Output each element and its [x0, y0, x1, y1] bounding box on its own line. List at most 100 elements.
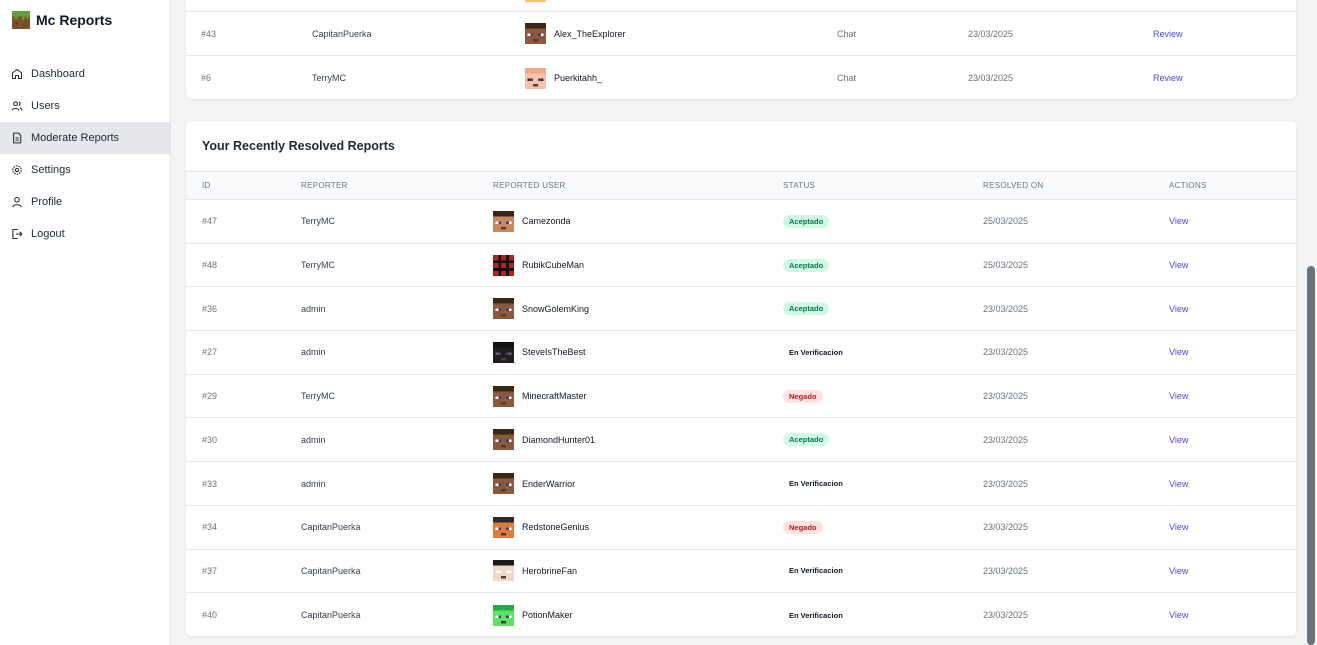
view-link[interactable]: View: [1169, 347, 1188, 357]
report-id: #47: [202, 216, 218, 227]
review-link[interactable]: Review: [1153, 29, 1183, 39]
report-type: Chat: [837, 73, 857, 83]
resolved-date: 23/03/2025: [983, 565, 1029, 576]
reporter-name: CapitanPuerka: [301, 565, 361, 576]
avatar: [525, 23, 546, 44]
sidebar-item-profile[interactable]: Profile: [0, 186, 170, 218]
view-link[interactable]: View: [1169, 391, 1188, 401]
reporter-name: CapitanPuerka: [312, 28, 372, 39]
reporter-name: TerryMC: [301, 260, 335, 271]
report-id: #6: [201, 73, 212, 83]
reported-user-name: DiamondHunter01: [522, 434, 596, 445]
status-cell: En Verificacion: [783, 477, 849, 490]
sidebar-item-label: Profile: [31, 196, 63, 208]
avatar: [493, 560, 514, 582]
status-cell: En Verificacion: [783, 564, 849, 577]
report-id: #33: [202, 478, 218, 489]
resolved-date: 25/03/2025: [983, 216, 1029, 227]
reported-user: DiamondHunter01: [493, 429, 596, 451]
reported-user: Puerkitahh_: [525, 67, 603, 89]
table-row: #40 CapitanPuerka PotionMaker En Verificaci…: [186, 593, 1296, 636]
reporter-name: admin: [301, 303, 326, 314]
avatar: [493, 516, 514, 538]
status-badge: Aceptado: [783, 214, 830, 228]
status-cell: Aceptado: [783, 433, 830, 447]
table-header: ID REPORTER REPORTED USER STATUS RESOLVE…: [186, 171, 1296, 200]
header-reporter: REPORTER: [301, 181, 348, 190]
reporter-name: TerryMC: [301, 216, 335, 227]
reported-user-name: Camezonda: [522, 216, 571, 227]
sidebar-item-label: Logout: [31, 228, 65, 240]
resolved-date: 23/03/2025: [983, 610, 1029, 621]
reported-user-name: MinecraftMaster: [522, 391, 587, 402]
view-link[interactable]: View: [1169, 566, 1188, 576]
status-badge: Negado: [783, 520, 823, 534]
pending-reports-card: #43 CapitanPuerka Alex_TheExplorer Chat 23/0…: [186, 0, 1296, 99]
view-link[interactable]: View: [1169, 522, 1188, 532]
table-row: #6 TerryMC Puerkitahh_ Chat 23/03/2025 Review: [186, 56, 1296, 99]
scrollbar-thumb[interactable]: [1307, 266, 1315, 645]
logout-icon: [11, 228, 23, 240]
sidebar-item-moderate-reports[interactable]: Moderate Reports: [0, 122, 170, 154]
table-row-partial: [186, 0, 1296, 12]
status-cell: En Verificacion: [783, 346, 849, 359]
header-status: STATUS: [783, 181, 816, 190]
view-link[interactable]: View: [1169, 479, 1188, 489]
resolved-date: 23/03/2025: [983, 391, 1029, 402]
reported-user-name: Puerkitahh_: [554, 73, 603, 83]
reported-user-name: PotionMaker: [522, 610, 573, 621]
avatar: [493, 210, 514, 232]
header-resolved-on: RESOLVED ON: [983, 181, 1044, 190]
reporter-name: TerryMC: [312, 73, 346, 83]
status-badge: En Verificacion: [789, 610, 843, 620]
sidebar-item-label: Moderate Reports: [31, 132, 120, 144]
reported-user-name: RubikCubeMan: [522, 260, 585, 271]
avatar: [493, 473, 514, 495]
reporter-name: CapitanPuerka: [301, 522, 361, 533]
section-title: Your Recently Resolved Reports: [202, 139, 395, 153]
reported-user-name: SteveIsTheBest: [522, 347, 586, 358]
avatar: [493, 298, 514, 320]
sidebar-item-dashboard[interactable]: Dashboard: [0, 58, 170, 90]
main-content: #43 CapitanPuerka Alex_TheExplorer Chat 23/0…: [171, 0, 1305, 645]
avatar: [493, 385, 514, 407]
report-id: #30: [202, 434, 218, 445]
reported-user: RubikCubeMan: [493, 254, 585, 276]
view-link[interactable]: View: [1169, 435, 1188, 445]
view-link[interactable]: View: [1169, 304, 1188, 314]
report-date: 23/03/2025: [968, 73, 1014, 83]
status-cell: Negado: [783, 520, 823, 534]
table-row: #37 CapitanPuerka HerobrineFan En Verificac…: [186, 550, 1296, 594]
status-cell: Aceptado: [783, 214, 830, 228]
view-link[interactable]: View: [1169, 216, 1188, 226]
users-icon: [11, 100, 23, 112]
view-link[interactable]: View: [1169, 260, 1188, 270]
resolved-date: 25/03/2025: [983, 260, 1029, 271]
sidebar-item-label: Settings: [31, 164, 71, 176]
scrollbar-track[interactable]: [1305, 0, 1317, 645]
report-id: #29: [202, 391, 218, 402]
resolved-reports-card: Your Recently Resolved Reports ID REPORT…: [186, 121, 1296, 636]
brand[interactable]: Mc Reports: [0, 0, 170, 40]
reporter-name: TerryMC: [301, 391, 335, 402]
table-row: #48 TerryMC RubikCubeMan Aceptado 25/03/2025…: [186, 244, 1296, 288]
resolved-date: 23/03/2025: [983, 522, 1029, 533]
status-cell: Negado: [783, 389, 823, 403]
table-row: #30 admin DiamondHunter01 Aceptado 23/03/202…: [186, 419, 1296, 463]
review-link[interactable]: Review: [1153, 73, 1183, 83]
header-reported-user: REPORTED USER: [493, 181, 566, 190]
status-cell: En Verificacion: [783, 609, 849, 622]
resolved-date: 23/03/2025: [983, 347, 1029, 358]
avatar: [493, 604, 514, 626]
reported-user: Alex_TheExplorer: [525, 23, 626, 44]
sidebar-item-settings[interactable]: Settings: [0, 154, 170, 186]
header-id: ID: [202, 181, 211, 190]
resolved-date: 23/03/2025: [983, 478, 1029, 489]
sidebar-item-logout[interactable]: Logout: [0, 218, 170, 250]
table-row: #27 admin SteveIsTheBest En Verificacion 23/…: [186, 331, 1296, 375]
report-id: #40: [202, 610, 218, 621]
view-link[interactable]: View: [1169, 610, 1188, 620]
report-id: #37: [202, 565, 218, 576]
status-badge: Aceptado: [783, 258, 830, 272]
sidebar-item-users[interactable]: Users: [0, 90, 170, 122]
